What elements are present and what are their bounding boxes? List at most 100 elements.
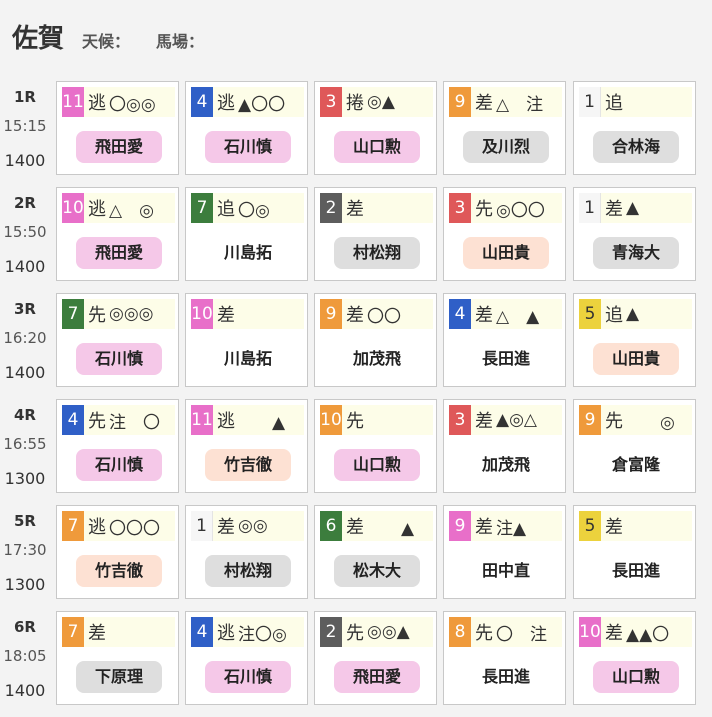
horse-number: 11 bbox=[191, 405, 213, 435]
entry-card[interactable]: 9 差〇〇 加茂飛 bbox=[314, 293, 437, 387]
jockey-name: 田中直 bbox=[481, 561, 530, 580]
race-info[interactable]: 5R 17:30 1300 bbox=[0, 505, 50, 601]
entry-header: 9 差〇〇 bbox=[320, 299, 433, 329]
entry-card[interactable]: 10 逃 △ ◎ 飛田愛 bbox=[56, 187, 179, 281]
prediction-marks: △ ▲ bbox=[496, 306, 540, 327]
race-number: 4R bbox=[14, 406, 36, 424]
race-row: 1R 15:15 1400 11 逃〇◎◎ 飛田愛 4 逃 ▲〇〇 石川慎 3 捲 ◎▲ 山口勲 9 差 △ 注… bbox=[0, 81, 712, 187]
jockey-name: 山田貴 bbox=[593, 343, 679, 375]
running-style: 先 bbox=[346, 411, 364, 432]
running-style: 逃 bbox=[88, 199, 106, 220]
entry-card[interactable]: 2 差村松翔 bbox=[314, 187, 437, 281]
entry-card[interactable]: 4 逃 ▲〇〇 石川慎 bbox=[185, 81, 308, 175]
entry-card[interactable]: 9 差 △ 注及川烈 bbox=[443, 81, 566, 175]
running-style: 差 bbox=[475, 411, 493, 432]
entry-card[interactable]: 3 先 ◎〇〇 山田貴 bbox=[443, 187, 566, 281]
prediction-marks: 〇◎ bbox=[238, 200, 270, 221]
entry-card[interactable]: 10 差川島拓 bbox=[185, 293, 308, 387]
running-style: 差 bbox=[217, 517, 235, 538]
horse-number: 4 bbox=[449, 299, 471, 329]
entry-card[interactable]: 7 逃〇〇〇 竹吉徹 bbox=[56, 505, 179, 599]
running-style: 逃 bbox=[217, 411, 235, 432]
entry-card[interactable]: 9 差注▲ 田中直 bbox=[443, 505, 566, 599]
race-number: 6R bbox=[14, 618, 36, 636]
running-style: 差 bbox=[346, 305, 364, 326]
race-info[interactable]: 4R 16:55 1300 bbox=[0, 399, 50, 495]
entry-card[interactable]: 4 差 △ ▲ 長田進 bbox=[443, 293, 566, 387]
running-style: 差 bbox=[605, 623, 623, 644]
jockey-name: 加茂飛 bbox=[481, 455, 530, 474]
entry-header: 9 差 △ 注 bbox=[449, 87, 562, 117]
horse-number: 9 bbox=[449, 511, 471, 541]
jockey-name: 石川慎 bbox=[76, 343, 162, 375]
prediction-marks: ▲ bbox=[626, 304, 640, 324]
entry-header: 6差 ▲ bbox=[320, 511, 433, 541]
jockey-name: 石川慎 bbox=[205, 661, 291, 693]
entry-header: 7 追〇◎ bbox=[191, 193, 304, 223]
entry-card[interactable]: 1 追合林海 bbox=[573, 81, 696, 175]
running-style: 差 bbox=[346, 517, 364, 538]
running-style: 先 bbox=[475, 623, 493, 644]
jockey-name: 川島拓 bbox=[223, 349, 272, 368]
entry-card[interactable]: 5 差長田進 bbox=[573, 505, 696, 599]
race-start-time: 18:05 bbox=[3, 647, 47, 665]
entry-card[interactable]: 9先 ◎ 倉富隆 bbox=[573, 399, 696, 493]
jockey-name: 村松翔 bbox=[334, 237, 420, 269]
prediction-marks: ◎◎ bbox=[238, 516, 268, 536]
running-style: 差 bbox=[605, 199, 623, 220]
entry-card[interactable]: 11 逃 ▲ 竹吉徹 bbox=[185, 399, 308, 493]
horse-number: 10 bbox=[579, 617, 601, 647]
entry-header: 10 逃 △ ◎ bbox=[62, 193, 175, 223]
running-style: 逃 bbox=[88, 93, 106, 114]
entry-card[interactable]: 1 差 ◎◎ 村松翔 bbox=[185, 505, 308, 599]
entry-card[interactable]: 8先〇 注長田進 bbox=[443, 611, 566, 705]
entry-header: 4 逃注〇◎ bbox=[191, 617, 304, 647]
prediction-marks: ▲ bbox=[626, 198, 640, 218]
race-info[interactable]: 6R 18:05 1400 bbox=[0, 611, 50, 707]
horse-number: 4 bbox=[191, 87, 213, 117]
entry-card[interactable]: 7 追〇◎ 川島拓 bbox=[185, 187, 308, 281]
entry-card[interactable]: 10 先山口勲 bbox=[314, 399, 437, 493]
entry-header: 5差 bbox=[579, 511, 692, 541]
race-row: 2R 15:50 1400 10 逃 △ ◎ 飛田愛 7 追〇◎ 川島拓 2 差村松翔 3 先 ◎〇〇 山田貴… bbox=[0, 187, 712, 293]
entry-header: 9先 ◎ bbox=[579, 405, 692, 435]
horse-number: 2 bbox=[320, 617, 342, 647]
entry-header: 1 差 ◎◎ bbox=[191, 511, 304, 541]
entry-card[interactable]: 3 差 ▲◎△ 加茂飛 bbox=[443, 399, 566, 493]
running-style: 差 bbox=[475, 305, 493, 326]
race-number: 5R bbox=[14, 512, 36, 530]
entry-card[interactable]: 1 差 ▲ 青海大 bbox=[573, 187, 696, 281]
track-condition-label: 馬場： bbox=[156, 32, 205, 51]
jockey-name: 長田進 bbox=[611, 561, 660, 580]
entry-card[interactable]: 2 先 ◎◎▲ 飛田愛 bbox=[314, 611, 437, 705]
prediction-marks: ▲▲〇 bbox=[626, 624, 670, 645]
entry-header: 8先〇 注 bbox=[449, 617, 562, 647]
race-distance: 1400 bbox=[4, 363, 46, 382]
race-info[interactable]: 3R 16:20 1400 bbox=[0, 293, 50, 389]
entry-header: 10 差 ▲▲〇 bbox=[579, 617, 692, 647]
entry-card[interactable]: 4 逃注〇◎ 石川慎 bbox=[185, 611, 308, 705]
entry-card[interactable]: 7 差下原理 bbox=[56, 611, 179, 705]
entry-card[interactable]: 10 差 ▲▲〇 山口勲 bbox=[573, 611, 696, 705]
horse-number: 3 bbox=[449, 193, 471, 223]
entry-card[interactable]: 6差 ▲ 松木大 bbox=[314, 505, 437, 599]
entry-card[interactable]: 7 先 ◎◎◎ 石川慎 bbox=[56, 293, 179, 387]
entry-card[interactable]: 11 逃〇◎◎ 飛田愛 bbox=[56, 81, 179, 175]
race-distance: 1400 bbox=[4, 151, 46, 170]
race-info[interactable]: 2R 15:50 1400 bbox=[0, 187, 50, 283]
entry-card[interactable]: 3 捲 ◎▲ 山口勲 bbox=[314, 81, 437, 175]
entry-card[interactable]: 4先注 〇石川慎 bbox=[56, 399, 179, 493]
running-style: 先 bbox=[475, 199, 493, 220]
horse-number: 4 bbox=[191, 617, 213, 647]
running-style: 先 bbox=[88, 411, 106, 432]
entry-header: 2差 bbox=[320, 193, 433, 223]
running-style: 逃 bbox=[217, 93, 235, 114]
jockey-name: 長田進 bbox=[481, 349, 530, 368]
race-row: 5R 17:30 1300 7 逃〇〇〇 竹吉徹 1 差 ◎◎ 村松翔 6 差 ▲ 松木大 9 差注▲ 田中直… bbox=[0, 505, 712, 611]
weather-label: 天候： bbox=[82, 32, 131, 51]
horse-number: 11 bbox=[62, 87, 84, 117]
entry-card[interactable]: 5 追 ▲ 山田貴 bbox=[573, 293, 696, 387]
jockey-name: 青海大 bbox=[593, 237, 679, 269]
jockey-name: 松木大 bbox=[334, 555, 420, 587]
race-info[interactable]: 1R 15:15 1400 bbox=[0, 81, 50, 177]
